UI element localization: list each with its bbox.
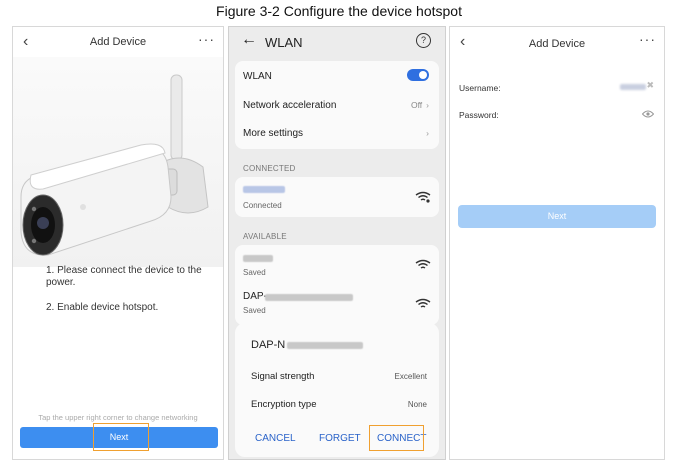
- network-details-sheet: DAP-N Signal strength Excellent Encrypti…: [235, 323, 439, 457]
- wlan-toggle-row[interactable]: WLAN: [243, 69, 429, 82]
- page-title: WLAN: [265, 35, 303, 50]
- connected-section-label: CONNECTED: [243, 164, 296, 173]
- show-password-icon[interactable]: [642, 110, 654, 118]
- next-button[interactable]: Next: [20, 427, 218, 448]
- network-status: Saved: [243, 306, 266, 315]
- forget-button[interactable]: FORGET: [319, 433, 361, 444]
- more-options-icon[interactable]: ···: [198, 31, 215, 47]
- more-settings-row[interactable]: More settings ›: [243, 128, 429, 139]
- password-label: Password:: [459, 110, 499, 120]
- instruction-step-1: 1. Please connect the device to the powe…: [46, 265, 202, 288]
- figure-title: Figure 3-2 Configure the device hotspot: [216, 3, 462, 19]
- next-button[interactable]: Next: [458, 205, 656, 228]
- network-name: DAP-N: [251, 339, 285, 351]
- wlan-label: WLAN: [243, 71, 272, 82]
- top-bar: ‹ Add Device ···: [13, 27, 223, 57]
- network-status: Saved: [243, 268, 266, 277]
- network-acceleration-label: Network acceleration: [243, 100, 337, 111]
- top-bar: ← WLAN ?: [229, 27, 445, 57]
- network-acceleration-value: Off: [410, 100, 423, 110]
- chevron-right-icon: ›: [426, 128, 429, 138]
- wifi-icon: [415, 259, 431, 269]
- blurred-network-name: [243, 186, 285, 193]
- instructions: 1. Please connect the device to the powe…: [46, 265, 216, 327]
- blurred-network-name: [265, 294, 353, 301]
- available-networks-card: Saved DAP- Saved: [235, 245, 439, 325]
- network-name: DAP-: [243, 291, 267, 302]
- instruction-step-2: 2. Enable device hotspot.: [46, 302, 159, 313]
- username-label: Username:: [459, 83, 501, 93]
- username-field[interactable]: ✖: [620, 80, 654, 91]
- signal-strength-row: Signal strength Excellent: [251, 371, 427, 382]
- encryption-type-row: Encryption type None: [251, 399, 427, 410]
- change-network-hint: Tap the upper right corner to change net…: [38, 413, 198, 422]
- network-name-text: DAP-N: [251, 339, 286, 351]
- signal-strength-value: Excellent: [394, 372, 427, 381]
- more-settings-label: More settings: [243, 128, 304, 139]
- add-device-screen-1: ‹ Add Device ··· 1. Please connect the d…: [12, 26, 224, 460]
- wlan-settings-screen: ← WLAN ? WLAN Network acceleration Off › …: [228, 26, 446, 460]
- connected-status: Connected: [243, 201, 282, 210]
- blurred-network-name: [287, 342, 363, 349]
- signal-strength-label: Signal strength: [251, 371, 315, 382]
- clear-icon[interactable]: ✖: [646, 80, 654, 91]
- help-icon[interactable]: ?: [416, 33, 431, 48]
- encryption-type-value: None: [407, 400, 427, 409]
- page-title: Add Device: [528, 38, 586, 50]
- back-arrow-icon[interactable]: ←: [241, 31, 257, 49]
- blurred-username: [620, 84, 646, 90]
- network-acceleration-row[interactable]: Network acceleration Off ›: [243, 100, 429, 111]
- wlan-settings-card: WLAN Network acceleration Off › More sett…: [235, 61, 439, 149]
- chevron-right-icon: ›: [426, 100, 429, 110]
- wifi-icon: [415, 191, 431, 203]
- more-options-icon[interactable]: ···: [639, 31, 656, 47]
- page-title: Add Device: [89, 36, 147, 48]
- connect-button[interactable]: CONNECT: [377, 433, 426, 444]
- wifi-icon: [415, 298, 431, 308]
- wlan-toggle[interactable]: [407, 69, 429, 81]
- sheet-actions: CANCEL FORGET CONNECT: [235, 430, 439, 450]
- camera-image: [13, 57, 223, 267]
- available-section-label: AVAILABLE: [243, 232, 287, 241]
- blurred-network-name: [243, 255, 273, 262]
- encryption-type-label: Encryption type: [251, 399, 317, 410]
- cancel-button[interactable]: CANCEL: [255, 433, 296, 444]
- top-bar: ‹ Add Device ···: [450, 27, 664, 57]
- connected-network-item[interactable]: Connected: [235, 177, 439, 217]
- add-device-screen-2: ‹ Add Device ··· Username: ✖ Password: N…: [449, 26, 665, 460]
